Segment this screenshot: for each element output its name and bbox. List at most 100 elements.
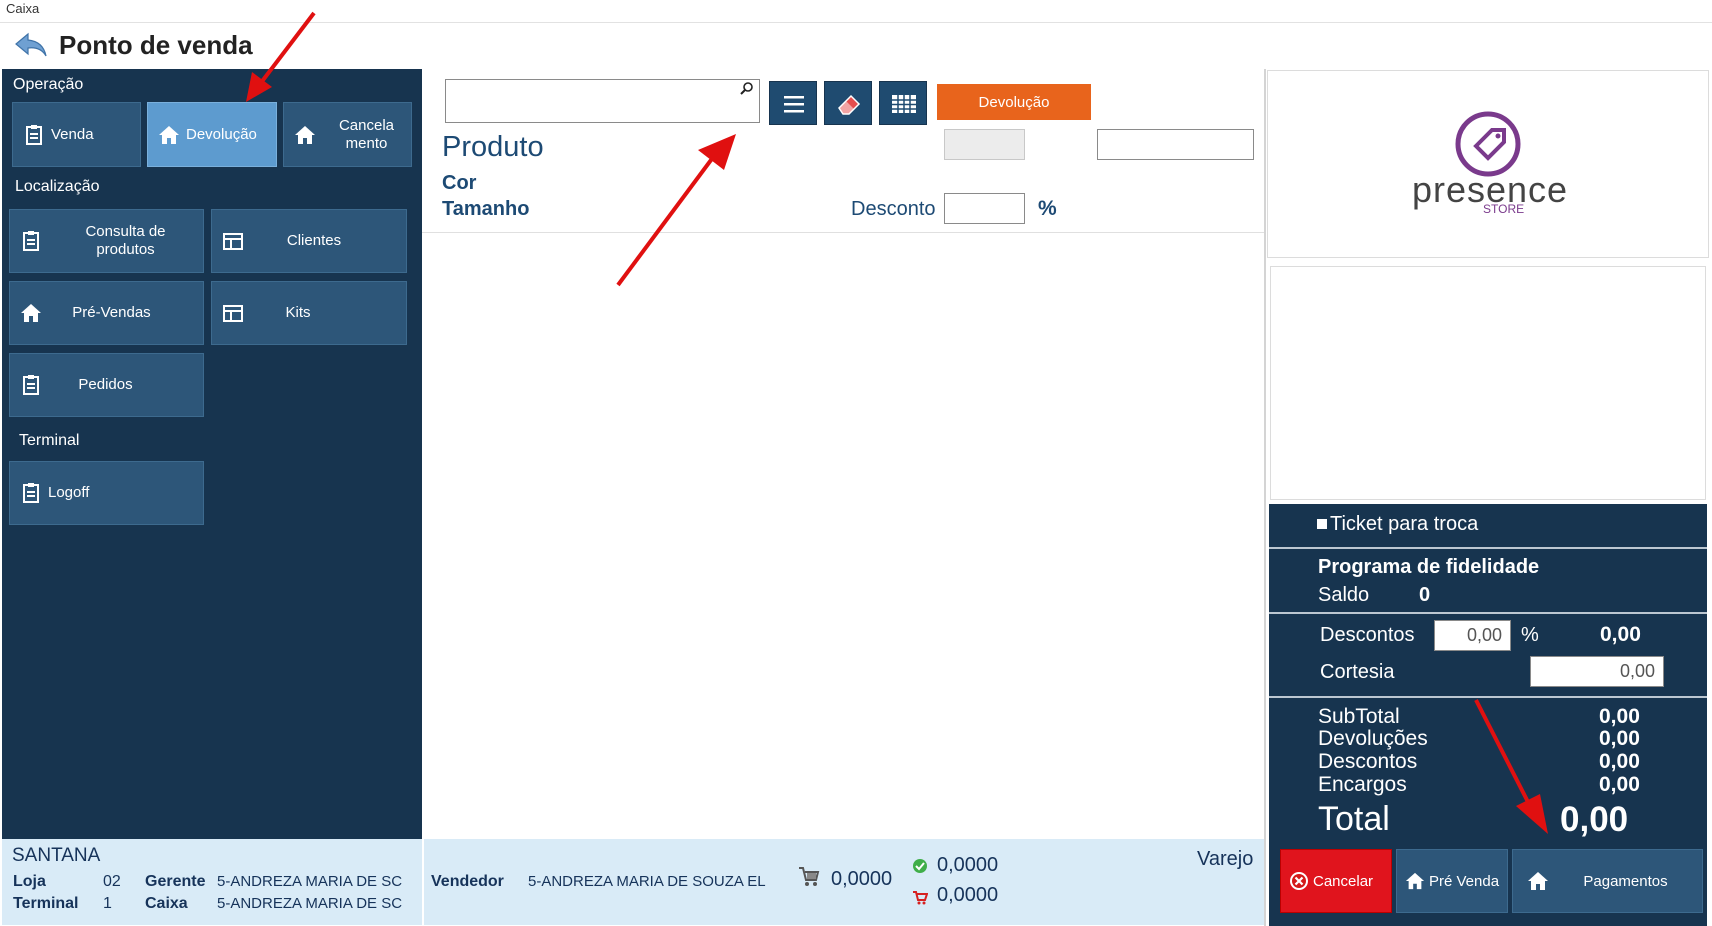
cancelamento-label-line2: mento <box>345 134 388 152</box>
descontos-input[interactable]: 0,00 <box>1434 620 1511 651</box>
tamanho-label: Tamanho <box>442 198 530 220</box>
logoff-label: Logoff <box>48 484 90 501</box>
pagamentos-button[interactable]: Pagamentos <box>1512 849 1703 913</box>
panel-divider <box>1264 69 1266 926</box>
cancel-x-icon <box>1290 872 1308 890</box>
product-search-input[interactable] <box>445 79 760 123</box>
quantity-field[interactable] <box>944 129 1025 160</box>
page-title: Ponto de venda <box>59 30 253 60</box>
total-label: Total <box>1318 800 1390 838</box>
clientes-label: Clientes <box>286 232 342 249</box>
home-icon <box>21 304 41 322</box>
window-title: Caixa <box>6 1 40 16</box>
home-icon <box>1528 872 1548 890</box>
desconto-label: Desconto <box>851 198 936 220</box>
store-name: SANTANA <box>12 845 101 866</box>
cor-label: Cor <box>442 172 477 194</box>
consulta-produtos-button[interactable]: Consulta de produtos <box>9 209 204 273</box>
cortesia-input[interactable]: 0,00 <box>1530 656 1664 687</box>
subtotal-label: SubTotal <box>1318 705 1400 728</box>
descontos-total-value: 0,00 <box>1599 750 1640 773</box>
grid-icon <box>892 95 916 113</box>
descontos-percent-sign: % <box>1521 624 1539 646</box>
kits-label: Kits <box>285 304 311 321</box>
pagamentos-label: Pagamentos <box>1583 872 1668 890</box>
hamburger-menu-icon <box>784 96 804 113</box>
venda-label: Venda <box>51 125 94 143</box>
clipboard-icon <box>23 483 39 503</box>
pedidos-button[interactable]: Pedidos <box>9 353 204 417</box>
pre-venda-button[interactable]: Pré Venda <box>1396 849 1508 913</box>
price-table-label: Varejo <box>1197 848 1254 870</box>
venda-button[interactable]: Venda <box>12 102 141 167</box>
produto-label: Produto <box>442 131 544 163</box>
saldo-label: Saldo <box>1318 584 1370 606</box>
descontos-label: Descontos <box>1320 624 1415 646</box>
red-value: 0,0000 <box>937 884 999 906</box>
product-image-area <box>1270 266 1706 500</box>
descontos-total-label: Descontos <box>1318 750 1418 773</box>
clipboard-icon <box>26 124 42 145</box>
encargos-value: 0,00 <box>1599 773 1640 796</box>
divider <box>422 232 1264 233</box>
devolucao-label: Devolução <box>186 125 257 143</box>
cortesia-label: Cortesia <box>1320 661 1395 683</box>
cancelar-label: Cancelar <box>1313 872 1374 890</box>
kits-button[interactable]: Kits <box>211 281 407 345</box>
loja-label: Loja <box>13 873 46 890</box>
price-field[interactable] <box>1097 129 1254 160</box>
total-value: 0,00 <box>1560 800 1629 839</box>
terminal-label: Terminal <box>13 895 79 912</box>
devolucao-button[interactable]: Devolução <box>147 102 277 167</box>
home-icon <box>159 125 179 144</box>
subtotal-value: 0,00 <box>1599 705 1640 728</box>
section-label-terminal: Terminal <box>19 432 80 449</box>
layout-icon <box>223 305 243 322</box>
cancelamento-label-line1: Cancela <box>338 116 395 134</box>
section-label-localizacao: Localização <box>15 178 100 195</box>
devolucao-mode-button[interactable]: Devolução <box>937 84 1091 120</box>
pre-vendas-label: Pré-Vendas <box>72 304 151 321</box>
encargos-label: Encargos <box>1318 773 1407 796</box>
clear-eraser-button[interactable] <box>824 81 872 125</box>
search-icon[interactable] <box>739 81 755 97</box>
annotation-arrow-pagamentos <box>1474 699 1548 834</box>
pre-venda-label: Pré Venda <box>1429 872 1500 890</box>
home-icon <box>295 125 315 144</box>
loja-value: 02 <box>103 873 121 890</box>
desconto-percent-sign: % <box>1038 197 1057 220</box>
home-icon <box>1405 872 1425 890</box>
layout-icon <box>223 233 243 250</box>
vendedor-label: Vendedor <box>431 873 504 890</box>
pre-vendas-button[interactable]: Pré-Vendas <box>9 281 204 345</box>
terminal-value: 1 <box>103 895 112 912</box>
cancelar-button[interactable]: Cancelar <box>1280 849 1392 913</box>
consulta-label-line1: Consulta de <box>85 223 166 240</box>
green-check-icon <box>913 859 927 873</box>
caixa-value: 5-ANDREZA MARIA DE SC <box>217 895 403 912</box>
clipboard-icon <box>23 375 39 395</box>
clipboard-icon <box>23 231 39 251</box>
green-value: 0,0000 <box>937 854 999 876</box>
devolucoes-label: Devoluções <box>1318 727 1428 750</box>
logoff-button[interactable]: Logoff <box>9 461 204 525</box>
section-label-operacao: Operação <box>13 76 84 93</box>
ticket-checkbox[interactable] <box>1317 519 1327 529</box>
gerente-value: 5-ANDREZA MARIA DE SC <box>217 873 403 890</box>
pedidos-label: Pedidos <box>78 376 133 393</box>
desconto-input[interactable] <box>944 193 1025 224</box>
grid-table-button[interactable] <box>879 81 927 125</box>
gerente-label: Gerente <box>145 873 206 890</box>
clientes-button[interactable]: Clientes <box>211 209 407 273</box>
fidelidade-title: Programa de fidelidade <box>1318 556 1540 578</box>
consulta-label-line2: produtos <box>96 241 155 258</box>
annotation-arrow-devolucao <box>246 11 316 102</box>
menu-list-button[interactable] <box>769 81 817 125</box>
red-cart-icon <box>913 891 928 905</box>
brand-sub: STORE <box>1483 202 1525 216</box>
saldo-value: 0 <box>1419 584 1431 606</box>
eraser-icon <box>838 94 861 115</box>
back-arrow-icon[interactable] <box>14 32 48 58</box>
vendedor-value: 5-ANDREZA MARIA DE SOUZA EL <box>528 873 766 890</box>
cancelamento-button[interactable]: Cancela mento <box>283 102 412 167</box>
